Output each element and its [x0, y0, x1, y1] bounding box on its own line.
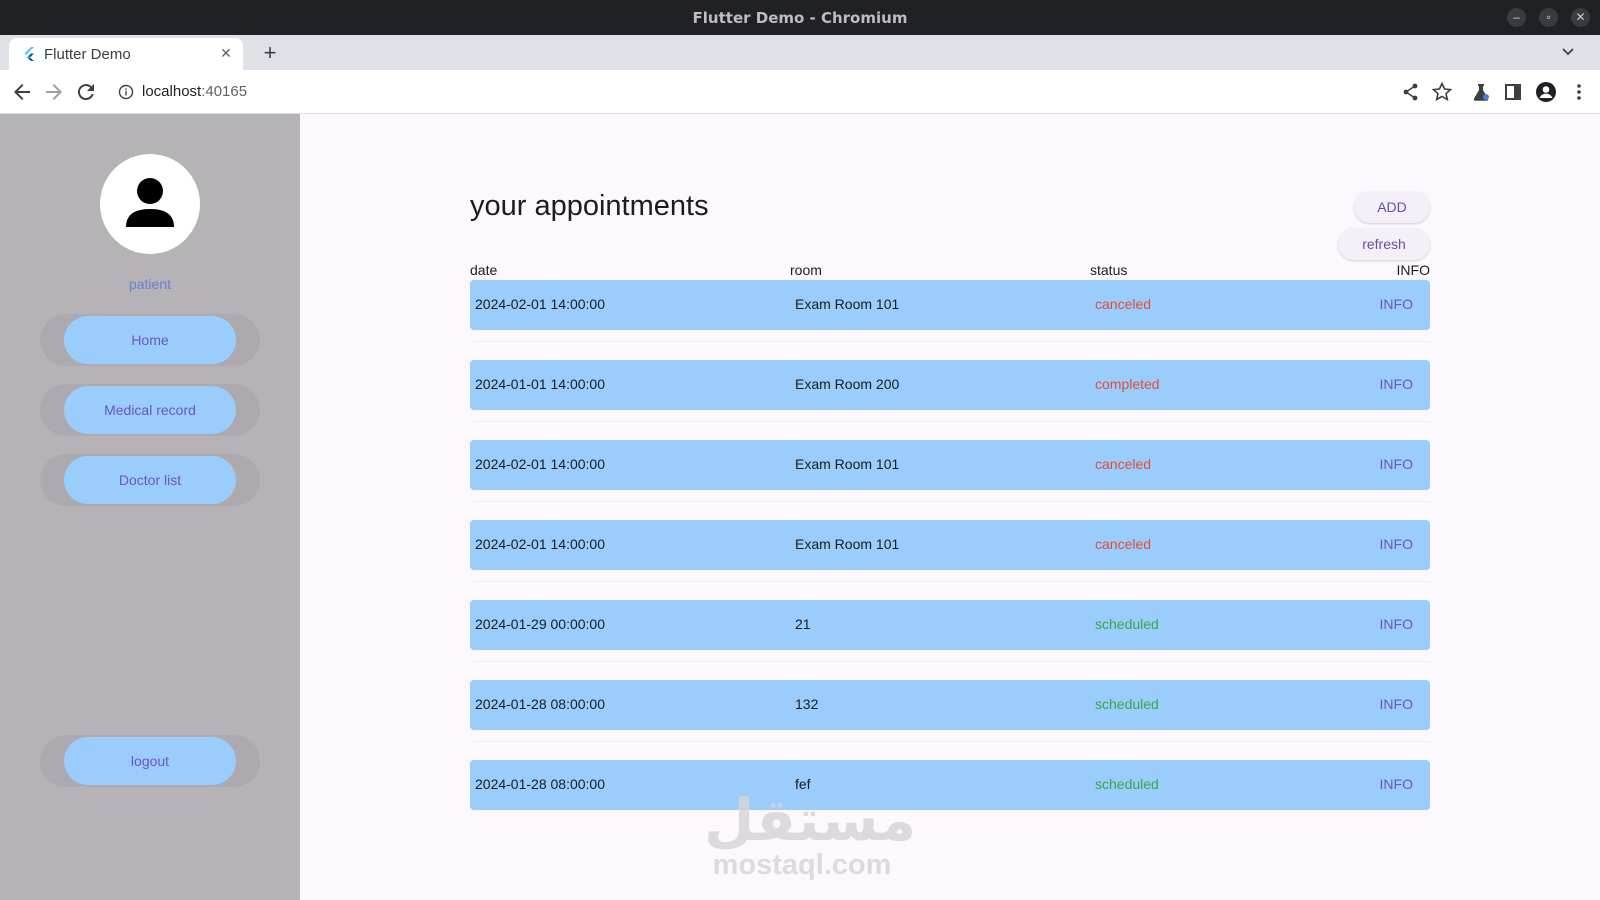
- sidebar: patient Home Medical record Doctor list …: [0, 114, 300, 900]
- address-bar[interactable]: localhost:40165: [108, 76, 1428, 108]
- appointment-row: 2024-01-01 14:00:00 Exam Room 200 comple…: [470, 360, 1430, 410]
- info-button[interactable]: INFO: [1380, 456, 1413, 472]
- nav-medical-record-wrap: Medical record: [40, 384, 260, 436]
- appointment-date: 2024-02-01 14:00:00: [475, 536, 605, 552]
- appointment-status: scheduled: [1095, 696, 1159, 712]
- info-button[interactable]: INFO: [1380, 696, 1413, 712]
- tab-strip: Flutter Demo ✕ +: [0, 35, 1600, 70]
- info-button[interactable]: INFO: [1380, 296, 1413, 312]
- share-icon[interactable]: [1400, 81, 1422, 103]
- maximize-button[interactable]: ▫: [1539, 8, 1558, 27]
- bookmark-star-icon[interactable]: [1431, 81, 1453, 103]
- user-role-label: patient: [128, 276, 172, 292]
- person-icon: [126, 178, 174, 227]
- appointment-status: scheduled: [1095, 616, 1159, 632]
- appointment-room: 21: [795, 616, 811, 632]
- info-button[interactable]: INFO: [1380, 776, 1413, 792]
- appointment-room: Exam Room 200: [795, 376, 900, 392]
- reload-icon[interactable]: [74, 80, 98, 104]
- chevron-down-icon[interactable]: [1560, 43, 1576, 59]
- info-button[interactable]: INFO: [1380, 376, 1413, 392]
- appointment-status: canceled: [1095, 456, 1152, 472]
- add-button[interactable]: ADD: [1354, 191, 1430, 223]
- row-divider: [470, 661, 1430, 662]
- close-window-button[interactable]: ✕: [1571, 8, 1590, 27]
- appointment-row: 2024-02-01 14:00:00 Exam Room 101 cancel…: [470, 440, 1430, 490]
- kebab-menu-icon[interactable]: [1568, 81, 1590, 103]
- info-button[interactable]: INFO: [1380, 536, 1413, 552]
- appointment-date: 2024-01-29 00:00:00: [475, 616, 605, 632]
- appointment-room: Exam Room 101: [795, 536, 900, 552]
- side-panel-icon[interactable]: [1502, 81, 1524, 103]
- page-title: your appointments: [470, 190, 709, 222]
- appointment-date: 2024-02-01 14:00:00: [475, 456, 605, 472]
- window-title: Flutter Demo - Chromium: [692, 9, 908, 27]
- appointment-room: Exam Room 101: [795, 296, 900, 312]
- appointment-date: 2024-01-01 14:00:00: [475, 376, 605, 392]
- nav-logout-wrap: logout: [40, 735, 260, 787]
- row-divider: [470, 341, 1430, 342]
- appointment-row: 2024-01-28 08:00:00 fef scheduled INFO: [470, 760, 1430, 810]
- appointment-date: 2024-02-01 14:00:00: [475, 296, 605, 312]
- avatar: [100, 154, 200, 254]
- browser-toolbar: localhost:40165: [0, 70, 1600, 114]
- appointment-room: Exam Room 101: [795, 456, 900, 472]
- tab-title: Flutter Demo: [44, 46, 131, 63]
- new-tab-button[interactable]: +: [258, 40, 282, 66]
- url-text: localhost:40165: [142, 83, 248, 100]
- minimize-button[interactable]: –: [1507, 8, 1526, 27]
- main-content: your appointments ADD refresh date room …: [300, 114, 1600, 900]
- watermark-arabic: مستقل: [704, 786, 917, 854]
- watermark: مستقل mostaql.com: [704, 786, 917, 881]
- refresh-button[interactable]: refresh: [1338, 228, 1430, 260]
- row-divider: [470, 421, 1430, 422]
- column-header-date: date: [470, 262, 498, 278]
- nav-doctor-list-wrap: Doctor list: [40, 454, 260, 506]
- profile-avatar-icon[interactable]: [1535, 81, 1557, 103]
- forward-icon[interactable]: [42, 80, 66, 104]
- appointment-date: 2024-01-28 08:00:00: [475, 696, 605, 712]
- extension-labs-icon[interactable]: [1470, 81, 1492, 103]
- nav-home-wrap: Home: [40, 314, 260, 366]
- home-button[interactable]: Home: [64, 316, 236, 364]
- appointment-row: 2024-02-01 14:00:00 Exam Room 101 cancel…: [470, 520, 1430, 570]
- appointment-row: 2024-02-01 14:00:00 Exam Room 101 cancel…: [470, 280, 1430, 330]
- appointment-status: scheduled: [1095, 776, 1159, 792]
- flutter-icon: [24, 47, 34, 61]
- appointment-status: canceled: [1095, 296, 1152, 312]
- appointment-room: 132: [795, 696, 819, 712]
- appointment-date: 2024-01-28 08:00:00: [475, 776, 605, 792]
- browser-tab[interactable]: Flutter Demo ✕: [9, 38, 243, 70]
- column-header-room: room: [790, 262, 822, 278]
- watermark-latin: mostaql.com: [712, 849, 892, 881]
- column-header-status: status: [1090, 262, 1128, 278]
- row-divider: [470, 741, 1430, 742]
- info-button[interactable]: INFO: [1380, 616, 1413, 632]
- appointment-status: completed: [1095, 376, 1160, 392]
- doctor-list-button[interactable]: Doctor list: [64, 456, 236, 504]
- logout-button[interactable]: logout: [64, 737, 236, 785]
- window-titlebar: Flutter Demo - Chromium – ▫ ✕: [0, 0, 1600, 35]
- row-divider: [470, 501, 1430, 502]
- row-divider: [470, 581, 1430, 582]
- appointment-row: 2024-01-28 08:00:00 132 scheduled INFO: [470, 680, 1430, 730]
- appointment-row: 2024-01-29 00:00:00 21 scheduled INFO: [470, 600, 1430, 650]
- column-header-info: INFO: [1396, 262, 1430, 278]
- back-icon[interactable]: [10, 80, 34, 104]
- info-icon[interactable]: [118, 84, 134, 100]
- tab-close-icon[interactable]: ✕: [217, 44, 235, 62]
- medical-record-button[interactable]: Medical record: [64, 386, 236, 434]
- appointment-status: canceled: [1095, 536, 1152, 552]
